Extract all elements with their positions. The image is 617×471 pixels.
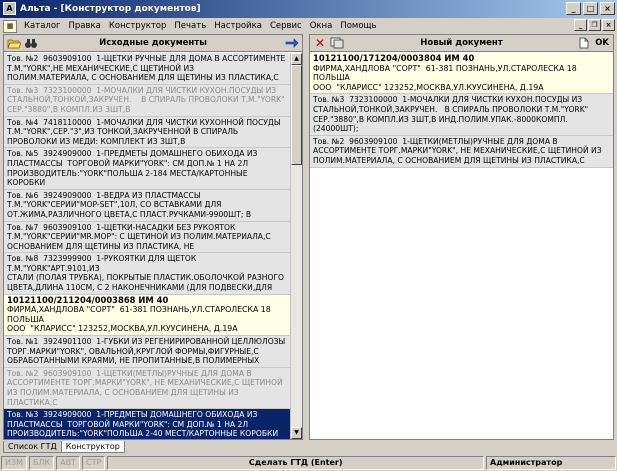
item-text: Тов. №5 3924909000 1-ПРЕДМЕТЫ ДОМАШНЕГО … bbox=[7, 149, 258, 188]
status-mode-avt: АВТ bbox=[56, 456, 81, 470]
window-titlebar: A Альта - [Конструктор документов] _ □ × bbox=[0, 0, 617, 18]
new-document-icon[interactable] bbox=[577, 37, 591, 49]
document-number: 10121100/211204/0003868 ИМ 40 bbox=[7, 294, 169, 305]
close-button[interactable]: × bbox=[600, 2, 615, 15]
new-document-title: Новый документ bbox=[420, 38, 503, 48]
app-icon: A bbox=[3, 2, 16, 15]
item-text: Тов. №2 9603909100 1-ЩЕТКИ(МЕТЛЫ)РУЧНЫЕ … bbox=[7, 368, 283, 407]
new-document-pane: ✕ Новый документ OK 10121100/171204/0003… bbox=[309, 34, 614, 440]
item-text: Тов. №3 7323100000 1-МОЧАЛКИ ДЛЯ ЧИСТКИ … bbox=[313, 95, 589, 134]
mdi-close-button[interactable]: × bbox=[602, 19, 615, 31]
vertical-scrollbar[interactable]: ▲ ▼ bbox=[290, 53, 302, 439]
scroll-up-arrow-icon[interactable]: ▲ bbox=[291, 53, 302, 65]
item-text: Тов. №4 7418110000 1-МОЧАЛКИ ДЛЯ ЧИСТКИ … bbox=[7, 117, 281, 146]
menu-service[interactable]: Сервис bbox=[266, 18, 306, 34]
menu-settings[interactable]: Настройка bbox=[210, 18, 266, 34]
tab-constructor[interactable]: Конструктор bbox=[60, 441, 125, 453]
document-header-item[interactable]: 10121100/171204/0003804 ИМ 40 ФИРМА,ХАНДЛ… bbox=[310, 53, 613, 95]
status-action: Сделать ГТД (Enter) bbox=[107, 456, 484, 470]
list-item[interactable]: Тов. №6 3924909000 1-ВЕДРА ИЗ ПЛАСТМАССЫ… bbox=[4, 189, 290, 222]
arrow-right-icon[interactable] bbox=[285, 37, 299, 49]
source-documents-pane: Исходные документы Тов. №2 9603909100 1-… bbox=[3, 34, 303, 440]
list-item[interactable]: Тов. №5 3924909000 1-ПРЕДМЕТЫ ДОМАШНЕГО … bbox=[4, 148, 290, 190]
tab-gtd-list[interactable]: Список ГТД bbox=[3, 441, 62, 453]
list-item[interactable]: Тов. №1 3924901100 1-ГУБКИ ИЗ РЕГЕНИРИРО… bbox=[4, 336, 290, 368]
menu-windows[interactable]: Окна bbox=[306, 18, 337, 34]
status-user: Администратор bbox=[486, 456, 616, 470]
item-text: ФИРМА,ХАНДЛОВА "СОРТ" 61-381 ПОЗНАНЬ,УЛ.… bbox=[313, 63, 577, 92]
list-item[interactable]: Тов. №7 9603909100 1-ЩЕТКИ-НАСАДКИ БЕЗ Р… bbox=[4, 221, 290, 254]
statusbar: ИЗМ БЛК АВТ СТР Сделать ГТД (Enter) Адми… bbox=[0, 455, 617, 471]
minimize-button[interactable]: _ bbox=[566, 2, 581, 15]
list-item[interactable]: Тов. №3 7323100000 1-МОЧАЛКИ ДЛЯ ЧИСТКИ … bbox=[310, 94, 613, 136]
menu-edit[interactable]: Правка bbox=[65, 18, 105, 34]
list-item[interactable]: Тов. №3 3924909000 1-ПРЕДМЕТЫ ДОМАШНЕГО … bbox=[4, 409, 290, 439]
document-icon[interactable]: ▦ bbox=[3, 19, 17, 33]
properties-icon[interactable] bbox=[330, 37, 344, 49]
list-item[interactable]: Тов. №2 9603909100 1-ЩЕТКИ РУЧНЫЕ ДЛЯ ДО… bbox=[4, 53, 290, 85]
bottom-tabs: Список ГТД Конструктор bbox=[3, 441, 125, 453]
menu-help[interactable]: Помощь bbox=[336, 18, 380, 34]
mdi-controls: _ ❐ × bbox=[574, 19, 615, 31]
source-documents-title: Исходные документы bbox=[99, 38, 207, 48]
item-text: Тов. №6 3924909000 1-ВЕДРА ИЗ ПЛАСТМАССЫ… bbox=[7, 190, 252, 219]
item-text: Тов. №7 9603909100 1-ЩЕТКИ-НАСАДКИ БЕЗ Р… bbox=[7, 222, 271, 251]
menu-constructor[interactable]: Конструктор bbox=[105, 18, 171, 34]
item-text: Тов. №3 7323100000 1-МОЧАЛКИ ДЛЯ ЧИСТКИ … bbox=[7, 85, 285, 114]
list-item[interactable]: Тов. №2 9603909100 1-ЩЕТКИ(МЕТЛЫ)РУЧНЫЕ … bbox=[310, 135, 613, 168]
document-header-item[interactable]: 10121100/211204/0003868 ИМ 40 ФИРМА,ХАНДЛ… bbox=[4, 294, 290, 337]
binoculars-icon[interactable] bbox=[24, 37, 38, 49]
source-documents-list[interactable]: Тов. №2 9603909100 1-ЩЕТКИ РУЧНЫЕ ДЛЯ ДО… bbox=[4, 53, 290, 439]
menu-print[interactable]: Печать bbox=[170, 18, 210, 34]
item-text: Тов. №1 3924901100 1-ГУБКИ ИЗ РЕГЕНИРИРО… bbox=[7, 337, 286, 366]
source-documents-header: Исходные документы bbox=[4, 35, 302, 52]
item-text: ФИРМА,ХАНДЛОВА "СОРТ" 61-381 ПОЗНАНЬ,УЛ.… bbox=[7, 305, 271, 334]
new-document-header: ✕ Новый документ OK bbox=[310, 35, 613, 52]
menubar: ▦ Каталог Правка Конструктор Печать Наст… bbox=[0, 18, 617, 34]
window-controls: _ □ × bbox=[566, 2, 615, 15]
status-mode-str: СТР bbox=[82, 456, 106, 470]
item-text: Тов. №8 7323999900 1-РУКОЯТКИ ДЛЯ ЩЕТОК … bbox=[7, 254, 285, 293]
folder-open-icon[interactable] bbox=[7, 37, 22, 49]
maximize-button[interactable]: □ bbox=[583, 2, 598, 15]
menu-catalog[interactable]: Каталог bbox=[20, 18, 65, 34]
mdi-minimize-button[interactable]: _ bbox=[574, 19, 587, 31]
item-text: Тов. №2 9603909100 1-ЩЕТКИ РУЧНЫЕ ДЛЯ ДО… bbox=[7, 54, 286, 83]
list-item[interactable]: Тов. №4 7418110000 1-МОЧАЛКИ ДЛЯ ЧИСТКИ … bbox=[4, 116, 290, 149]
mdi-restore-button[interactable]: ❐ bbox=[588, 19, 601, 31]
ok-button[interactable]: OK bbox=[595, 35, 609, 52]
list-item[interactable]: Тов. №2 9603909100 1-ЩЕТКИ(МЕТЛЫ)РУЧНЫЕ … bbox=[4, 367, 290, 410]
delete-x-icon[interactable]: ✕ bbox=[313, 37, 327, 49]
status-mode-blk: БЛК bbox=[29, 456, 55, 470]
item-text: Тов. №3 3924909000 1-ПРЕДМЕТЫ ДОМАШНЕГО … bbox=[7, 410, 279, 439]
list-item[interactable]: Тов. №3 7323100000 1-МОЧАЛКИ ДЛЯ ЧИСТКИ … bbox=[4, 84, 290, 117]
list-item[interactable]: Тов. №8 7323999900 1-РУКОЯТКИ ДЛЯ ЩЕТОК … bbox=[4, 253, 290, 295]
item-text: Тов. №2 9603909100 1-ЩЕТКИ(МЕТЛЫ)РУЧНЫЕ … bbox=[313, 136, 602, 165]
window-title: Альта - [Конструктор документов] bbox=[20, 4, 201, 14]
document-number: 10121100/171204/0003804 ИМ 40 bbox=[313, 53, 475, 63]
scroll-down-arrow-icon[interactable]: ▼ bbox=[291, 427, 302, 439]
status-mode-izm: ИЗМ bbox=[1, 456, 28, 470]
new-document-list[interactable]: 10121100/171204/0003804 ИМ 40 ФИРМА,ХАНДЛ… bbox=[310, 53, 613, 439]
scrollbar-thumb[interactable] bbox=[291, 65, 302, 165]
